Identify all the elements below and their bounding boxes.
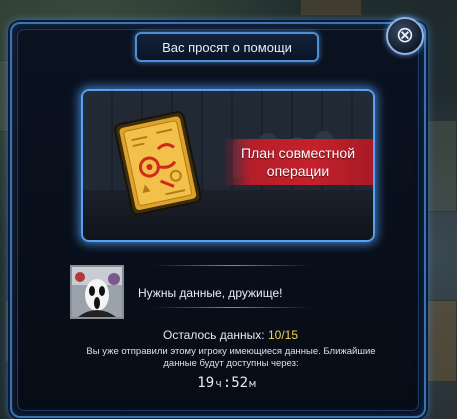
operation-plan-icon bbox=[109, 109, 209, 224]
item-name-banner: План совместной операции bbox=[223, 139, 373, 185]
dialog-title-tab: Вас просят о помощи bbox=[135, 32, 319, 62]
divider bbox=[152, 307, 312, 308]
timer-hours: 19 bbox=[197, 375, 215, 391]
cooldown-notice: Вы уже отправили этому игроку имеющиеся … bbox=[86, 346, 376, 369]
cooldown-timer: 19 ч : 52 м bbox=[193, 373, 261, 393]
timer-minutes-unit: м bbox=[249, 376, 256, 390]
player-avatar[interactable] bbox=[70, 265, 124, 319]
timer-hours-unit: ч bbox=[215, 376, 222, 390]
remaining-label: Осталось данных: bbox=[162, 328, 265, 342]
background-building bbox=[300, 0, 362, 16]
requested-item-panel: План совместной операции bbox=[81, 89, 375, 242]
avatar-image bbox=[72, 267, 122, 317]
timer-colon: : bbox=[222, 375, 232, 391]
item-name-line2: операции bbox=[266, 163, 330, 179]
help-request-dialog: План совместной операции Нужны данные, д… bbox=[10, 22, 426, 418]
item-name-line1: План совместной bbox=[240, 145, 356, 161]
timer-minutes: 52 bbox=[231, 375, 249, 391]
close-x-icon: ⊗ bbox=[395, 23, 415, 48]
remaining-data: Осталось данных: 10/15 bbox=[12, 328, 449, 342]
request-message: Нужны данные, дружище! bbox=[138, 286, 283, 300]
divider bbox=[152, 265, 312, 266]
dialog-title: Вас просят о помощи bbox=[162, 39, 292, 55]
remaining-count: 10/15 bbox=[267, 328, 299, 342]
close-button[interactable]: ⊗ bbox=[386, 17, 424, 55]
